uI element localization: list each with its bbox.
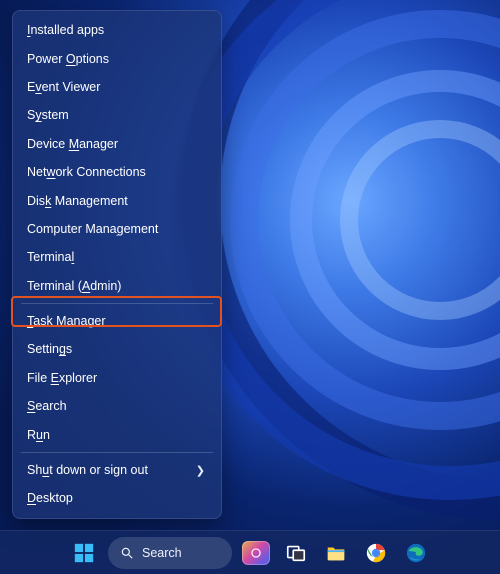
taskbar: Search: [0, 530, 500, 574]
menu-item-label: Terminal (Admin): [27, 279, 121, 293]
menu-item-system[interactable]: System: [13, 101, 221, 129]
chrome-icon: [365, 542, 387, 564]
menu-separator: [21, 452, 213, 453]
menu-item-label: Disk Management: [27, 194, 128, 208]
chrome-button[interactable]: [360, 537, 392, 569]
menu-item-label: Computer Management: [27, 222, 158, 236]
menu-item-label: Event Viewer: [27, 80, 100, 94]
copilot-button[interactable]: [240, 537, 272, 569]
menu-item-label: Network Connections: [27, 165, 146, 179]
edge-icon: [405, 542, 427, 564]
menu-item-device-manager[interactable]: Device Manager: [13, 130, 221, 158]
menu-item-file-explorer[interactable]: File Explorer: [13, 364, 221, 392]
menu-item-network-connections[interactable]: Network Connections: [13, 158, 221, 186]
file-explorer-button[interactable]: [320, 537, 352, 569]
menu-item-run[interactable]: Run: [13, 420, 221, 448]
task-view-icon: [285, 542, 307, 564]
menu-item-label: Task Manager: [27, 314, 106, 328]
menu-item-power-options[interactable]: Power Options: [13, 44, 221, 72]
menu-item-label: Terminal: [27, 250, 74, 264]
edge-button[interactable]: [400, 537, 432, 569]
folder-icon: [325, 542, 347, 564]
menu-item-event-viewer[interactable]: Event Viewer: [13, 73, 221, 101]
chevron-right-icon: ❯: [196, 464, 207, 477]
windows-logo-icon: [73, 542, 95, 564]
copilot-icon: [242, 541, 270, 565]
menu-item-label: Installed apps: [27, 23, 104, 37]
task-view-button[interactable]: [280, 537, 312, 569]
menu-item-label: Shut down or sign out: [27, 463, 148, 477]
menu-item-label: Settings: [27, 342, 72, 356]
menu-item-label: Search: [27, 399, 67, 413]
menu-item-label: Desktop: [27, 491, 73, 505]
menu-item-disk-management[interactable]: Disk Management: [13, 186, 221, 214]
menu-item-computer-management[interactable]: Computer Management: [13, 215, 221, 243]
menu-item-label: Power Options: [27, 52, 109, 66]
menu-item-shut-down-or-sign-out[interactable]: Shut down or sign out ❯: [13, 456, 221, 484]
taskbar-search[interactable]: Search: [108, 537, 232, 569]
menu-item-desktop[interactable]: Desktop: [13, 484, 221, 512]
menu-item-terminal[interactable]: Terminal: [13, 243, 221, 271]
menu-separator: [21, 303, 213, 304]
menu-item-installed-apps[interactable]: Installed apps: [13, 16, 221, 44]
start-button[interactable]: [68, 537, 100, 569]
menu-item-terminal-admin[interactable]: Terminal (Admin): [13, 272, 221, 300]
search-icon: [120, 546, 134, 560]
menu-item-label: Device Manager: [27, 137, 118, 151]
menu-item-label: Run: [27, 428, 50, 442]
menu-item-settings[interactable]: Settings: [13, 335, 221, 363]
menu-item-label: File Explorer: [27, 371, 97, 385]
winx-context-menu: Installed apps Power Options Event Viewer S…: [12, 10, 222, 519]
taskbar-search-label: Search: [142, 546, 182, 560]
menu-item-search[interactable]: Search: [13, 392, 221, 420]
menu-item-task-manager[interactable]: Task Manager: [13, 307, 221, 335]
menu-item-label: System: [27, 108, 69, 122]
